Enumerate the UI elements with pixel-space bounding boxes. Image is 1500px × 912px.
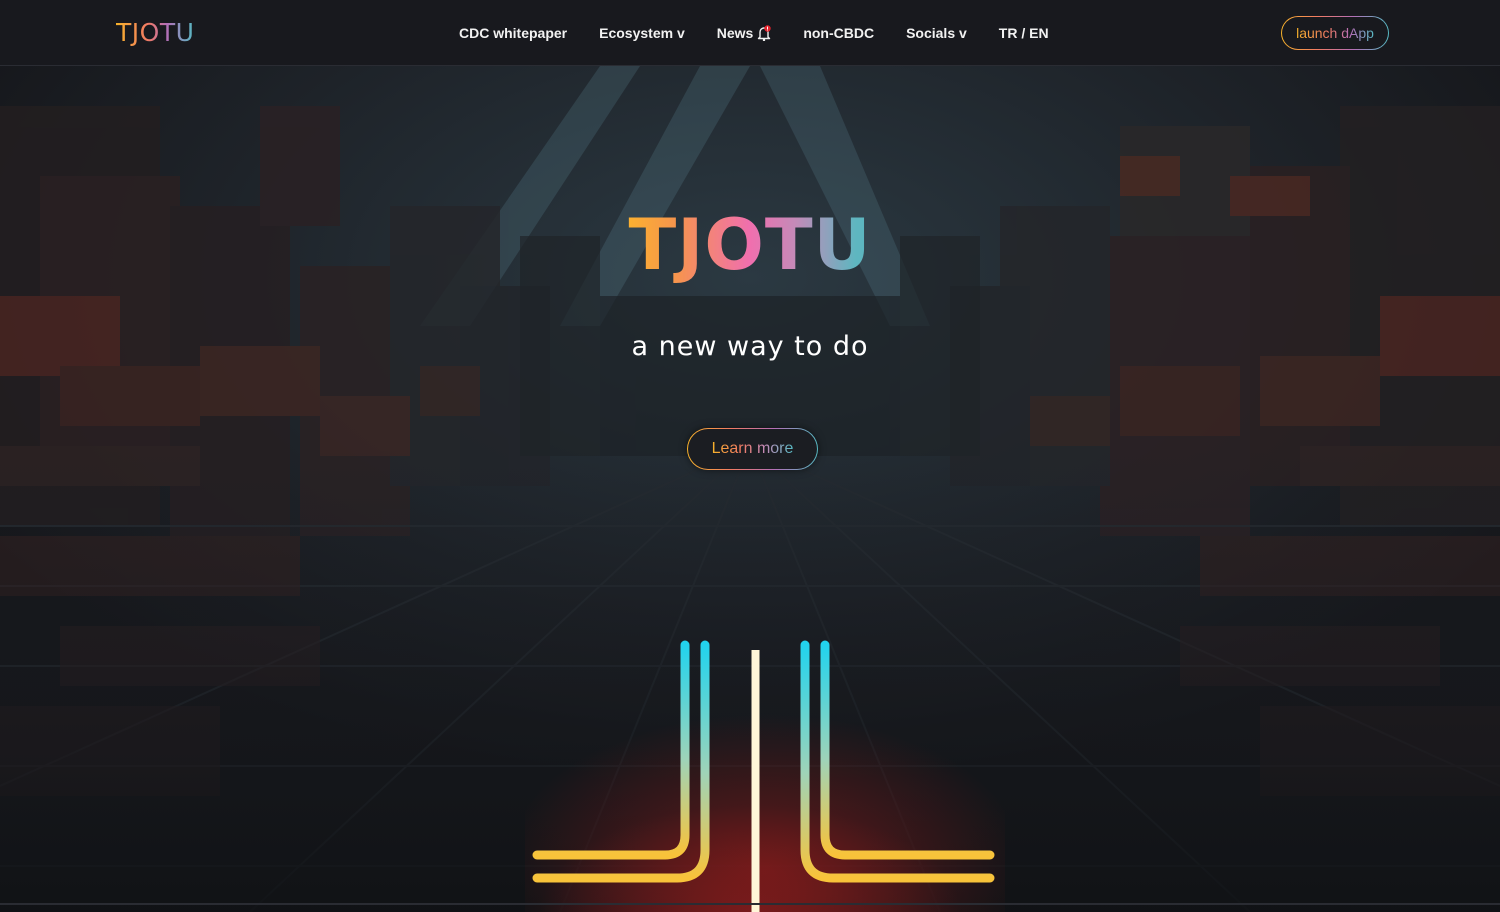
launch-dapp-button[interactable]: launch dApp — [1281, 16, 1389, 50]
nav-ecosystem-dropdown[interactable]: Ecosystem v — [599, 24, 685, 42]
tjotu-emblem-graphic — [525, 630, 1005, 912]
nav-news[interactable]: News — [717, 24, 772, 42]
main-nav: CDC whitepaper Ecosystem v News non-CBDC… — [459, 23, 1049, 43]
hero-subtitle: a new way to do — [631, 331, 869, 362]
hero-title: TJOTU — [600, 205, 900, 285]
bottom-divider — [0, 903, 1500, 905]
nav-socials-dropdown[interactable]: Socials v — [906, 24, 967, 42]
learn-more-button[interactable]: Learn more — [687, 428, 818, 470]
nav-news-label: News — [716, 25, 754, 41]
launch-dapp-label: launch dApp — [1296, 25, 1374, 41]
language-toggle-label: TR / EN — [998, 25, 1049, 41]
nav-cdc-whitepaper-label: CDC whitepaper — [459, 25, 568, 41]
landing-page: TJOTU CDC whitepaper Ecosystem v News no… — [0, 0, 1500, 912]
learn-more-label: Learn more — [711, 440, 794, 457]
nav-ecosystem-label: Ecosystem v — [599, 25, 685, 41]
language-toggle[interactable]: TR / EN — [999, 24, 1049, 42]
nav-cdc-whitepaper[interactable]: CDC whitepaper — [459, 24, 567, 42]
nav-non-cbdc[interactable]: non-CBDC — [803, 24, 874, 42]
nav-non-cbdc-label: non-CBDC — [803, 25, 875, 41]
nav-socials-label: Socials v — [906, 25, 967, 41]
logo[interactable]: TJOTU — [116, 19, 194, 47]
bell-notification-icon — [757, 25, 772, 41]
top-navigation-bar: TJOTU CDC whitepaper Ecosystem v News no… — [0, 0, 1500, 66]
